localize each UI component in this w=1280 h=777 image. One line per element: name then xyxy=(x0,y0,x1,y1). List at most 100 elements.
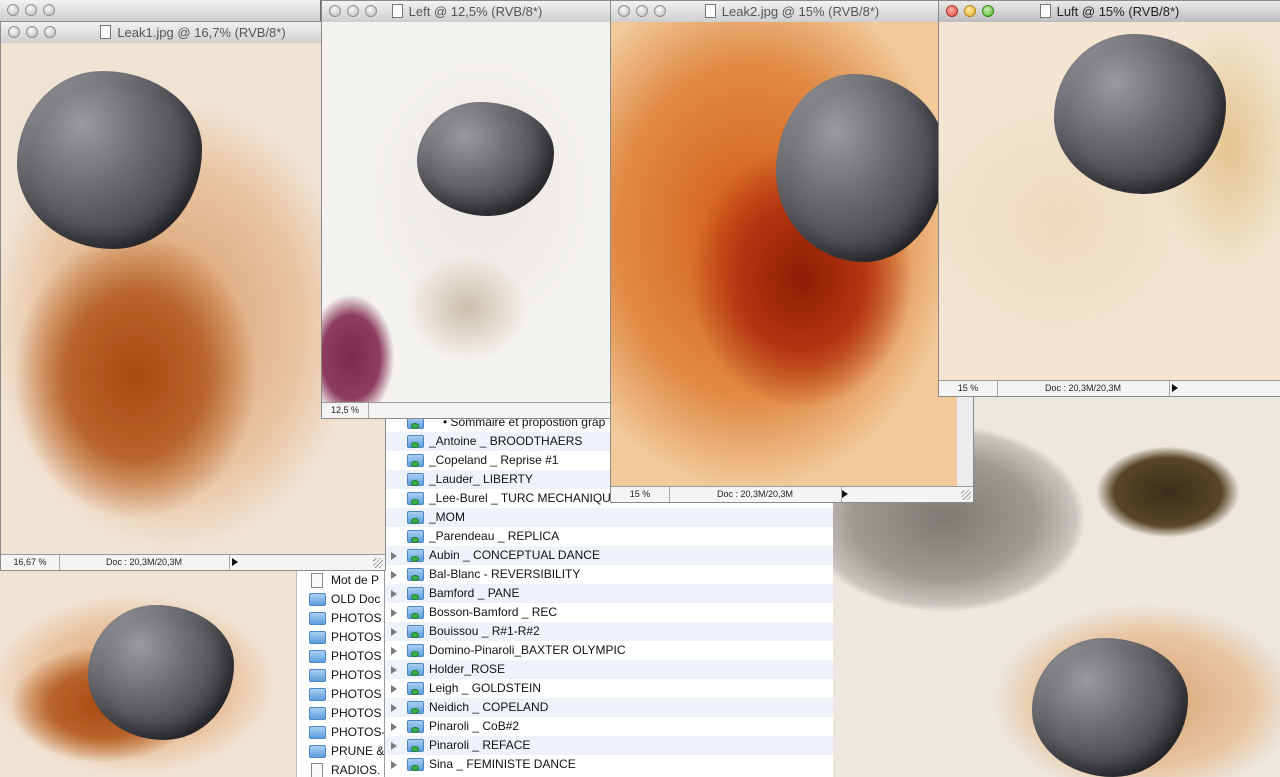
folder-icon xyxy=(309,631,326,644)
disclosure-triangle-icon[interactable] xyxy=(391,761,397,769)
list-item[interactable]: PHOTOS xyxy=(297,628,385,647)
image-window-left[interactable]: Left @ 12,5% (RVB/8*) 12,5 % xyxy=(321,0,613,419)
folder-icon xyxy=(407,549,424,562)
folder-icon xyxy=(407,606,424,619)
list-item[interactable]: Bal-Blanc - REVERSIBILITY xyxy=(385,565,833,584)
folder-icon xyxy=(407,739,424,752)
zoom-button[interactable] xyxy=(44,26,56,38)
window-titlebar[interactable]: Luft @ 15% (RVB/8*) xyxy=(939,1,1280,23)
folder-icon xyxy=(407,435,424,448)
close-button[interactable] xyxy=(8,26,20,38)
folder-icon xyxy=(309,707,326,720)
folder-icon xyxy=(407,473,424,486)
status-bar: 12,5 % xyxy=(322,402,612,418)
finder-list-secondary: Mot de P OLD Doc PHOTOS PHOTOS PHOTOS PH… xyxy=(296,571,385,777)
file-icon xyxy=(311,763,323,777)
window-titlebar[interactable]: Left @ 12,5% (RVB/8*) xyxy=(322,1,612,23)
close-button[interactable] xyxy=(329,5,341,17)
minimize-button[interactable] xyxy=(347,5,359,17)
window-title: Left @ 12,5% (RVB/8*) xyxy=(408,4,543,19)
image-window-luft[interactable]: Luft @ 15% (RVB/8*) 15 % Doc : 20,3M/20,… xyxy=(938,0,1280,397)
folder-icon xyxy=(309,688,326,701)
close-button[interactable] xyxy=(946,5,958,17)
disclosure-triangle-icon[interactable] xyxy=(391,666,397,674)
disclosure-triangle-icon[interactable] xyxy=(391,742,397,750)
minimize-button[interactable] xyxy=(636,5,648,17)
status-menu-arrow-icon[interactable] xyxy=(232,558,238,566)
image-canvas[interactable] xyxy=(611,22,957,487)
status-bar: 15 % Doc : 20,3M/20,3M xyxy=(939,380,1280,396)
close-button[interactable] xyxy=(618,5,630,17)
zoom-button[interactable] xyxy=(982,5,994,17)
list-item[interactable]: Leigh _ GOLDSTEIN xyxy=(385,679,833,698)
disclosure-triangle-icon[interactable] xyxy=(391,723,397,731)
doc-size: Doc : 20,3M/20,3M xyxy=(997,381,1170,396)
list-item[interactable]: PHOTOS xyxy=(297,647,385,666)
list-item[interactable]: PHOTOS xyxy=(297,685,385,704)
resize-handle[interactable] xyxy=(961,490,971,500)
disclosure-triangle-icon[interactable] xyxy=(391,704,397,712)
list-item[interactable]: PHOTOS xyxy=(297,609,385,628)
rock-image xyxy=(417,102,554,216)
disclosure-triangle-icon[interactable] xyxy=(391,571,397,579)
folder-icon xyxy=(309,612,326,625)
list-item[interactable]: Pinaroli _ CoB#2 xyxy=(385,717,833,736)
disclosure-triangle-icon[interactable] xyxy=(391,552,397,560)
minimize-button[interactable] xyxy=(964,5,976,17)
file-icon xyxy=(311,573,323,588)
list-item[interactable]: PHOTOS- xyxy=(297,723,385,742)
zoom-level[interactable]: 16,67 % xyxy=(1,555,60,570)
disclosure-triangle-icon[interactable] xyxy=(391,590,397,598)
status-menu-arrow-icon[interactable] xyxy=(842,490,848,498)
doc-size: Doc : 20,3M/20,3M xyxy=(59,555,230,570)
folder-icon xyxy=(309,726,326,739)
zoom-button[interactable] xyxy=(654,5,666,17)
list-item[interactable]: _MOM xyxy=(385,508,833,527)
list-item[interactable]: Neidich _ COPELAND xyxy=(385,698,833,717)
folder-icon xyxy=(407,644,424,657)
window-titlebar[interactable]: Leak2.jpg @ 15% (RVB/8*) xyxy=(611,1,973,23)
list-item[interactable]: PHOTOS xyxy=(297,666,385,685)
list-item[interactable]: _Parendeau _ REPLICA xyxy=(385,527,833,546)
list-item[interactable]: RADIOS. xyxy=(297,761,385,777)
status-menu-arrow-icon[interactable] xyxy=(1172,384,1178,392)
folder-icon xyxy=(407,511,424,524)
disclosure-triangle-icon[interactable] xyxy=(391,647,397,655)
folder-icon xyxy=(407,758,424,771)
list-item[interactable]: Bosson-Bamford _ REC xyxy=(385,603,833,622)
disclosure-triangle-icon[interactable] xyxy=(391,609,397,617)
list-item[interactable]: Sina _ FEMINISTE DANCE xyxy=(385,755,833,774)
zoom-button[interactable] xyxy=(365,5,377,17)
folder-icon xyxy=(309,593,326,606)
image-canvas[interactable] xyxy=(939,22,1280,381)
disclosure-triangle-icon[interactable] xyxy=(391,628,397,636)
list-item[interactable]: Pinaroli _ REFACE xyxy=(385,736,833,755)
folder-icon xyxy=(407,587,424,600)
doc-size: Doc : 20,3M/20,3M xyxy=(669,487,842,502)
image-canvas[interactable] xyxy=(322,22,612,403)
rock-image xyxy=(1054,34,1226,194)
document-icon xyxy=(391,4,403,18)
minimize-button[interactable] xyxy=(26,26,38,38)
disclosure-triangle-icon[interactable] xyxy=(391,685,397,693)
folder-icon xyxy=(309,650,326,663)
folder-icon xyxy=(407,663,424,676)
zoom-level[interactable]: 15 % xyxy=(939,381,998,396)
list-item[interactable]: OLD Doc xyxy=(297,590,385,609)
list-item[interactable]: Domino-Pinaroli_BAXTER OLYMPIC xyxy=(385,641,833,660)
list-item[interactable]: Bouissou _ R#1-R#2 xyxy=(385,622,833,641)
zoom-level[interactable]: 12,5 % xyxy=(322,403,369,418)
list-item[interactable]: PRUNE & xyxy=(297,742,385,761)
list-item[interactable]: Mot de P xyxy=(297,571,385,590)
list-item[interactable]: Bamford _ PANE xyxy=(385,584,833,603)
rock-image xyxy=(17,71,202,249)
resize-handle[interactable] xyxy=(373,558,383,568)
list-item[interactable]: PHOTOS xyxy=(297,704,385,723)
folder-icon xyxy=(407,720,424,733)
zoom-level[interactable]: 15 % xyxy=(611,487,670,502)
list-item[interactable]: Aubin _ CONCEPTUAL DANCE xyxy=(385,546,833,565)
list-item[interactable]: Holder_ROSE xyxy=(385,660,833,679)
folder-icon xyxy=(407,454,424,467)
image-window-leak2[interactable]: Leak2.jpg @ 15% (RVB/8*) 15 % Doc : 20,3… xyxy=(610,0,974,503)
window-title: Leak2.jpg @ 15% (RVB/8*) xyxy=(721,4,880,19)
